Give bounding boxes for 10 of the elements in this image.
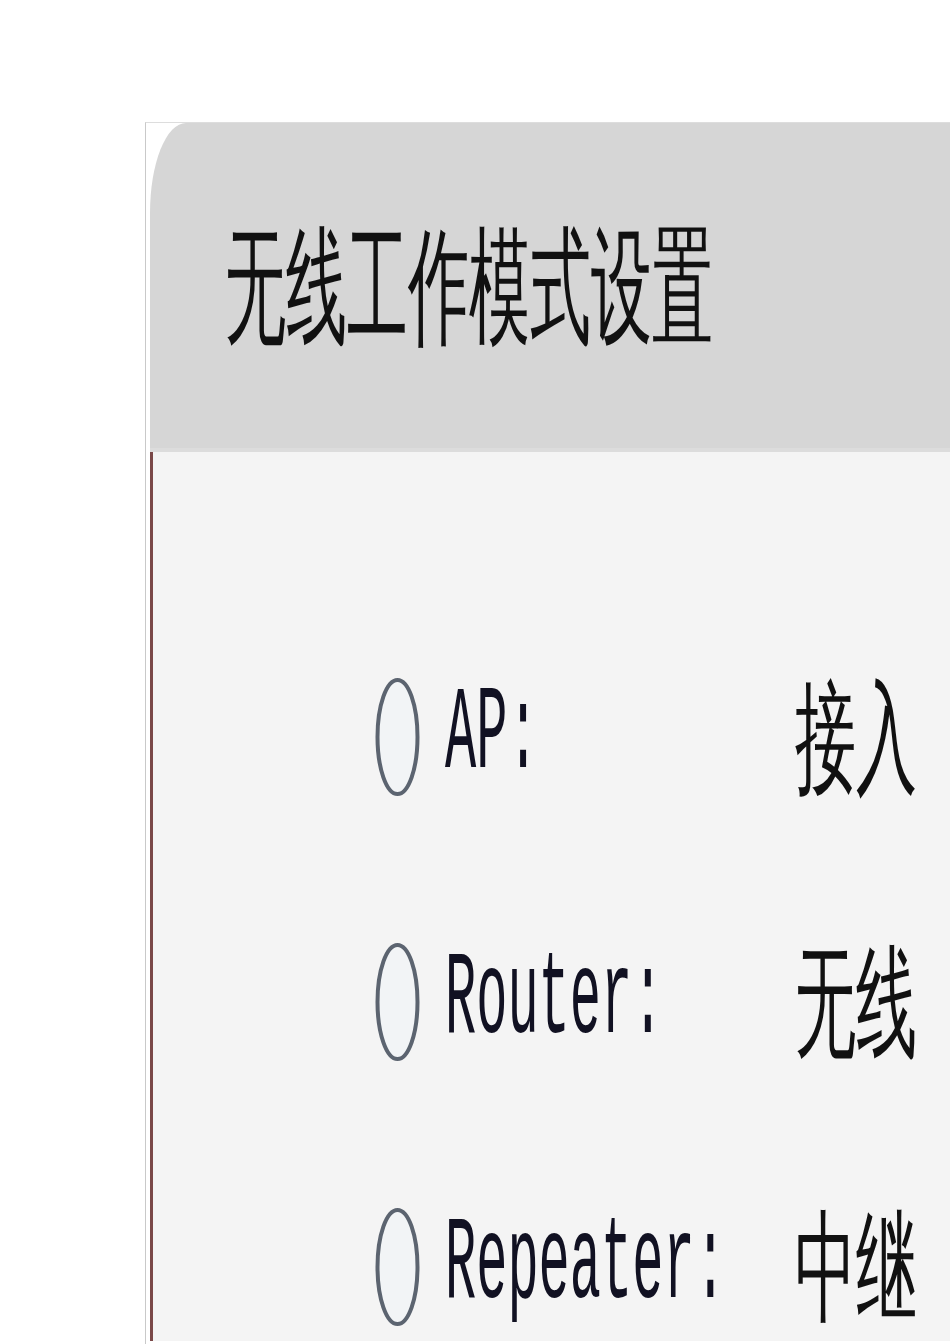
option-description: 接入 bbox=[795, 675, 917, 798]
radio-button[interactable] bbox=[375, 1206, 420, 1327]
option-label: Repeater: bbox=[445, 1206, 726, 1327]
option-label: AP: bbox=[445, 676, 539, 797]
radio-button[interactable] bbox=[375, 941, 420, 1062]
option-description: 中继 bbox=[795, 1205, 917, 1328]
panel-title: 无线工作模式设置 bbox=[225, 221, 713, 350]
option-description: 无线 bbox=[795, 940, 917, 1063]
radio-button[interactable] bbox=[375, 676, 420, 797]
option-label: Router: bbox=[445, 941, 664, 1062]
